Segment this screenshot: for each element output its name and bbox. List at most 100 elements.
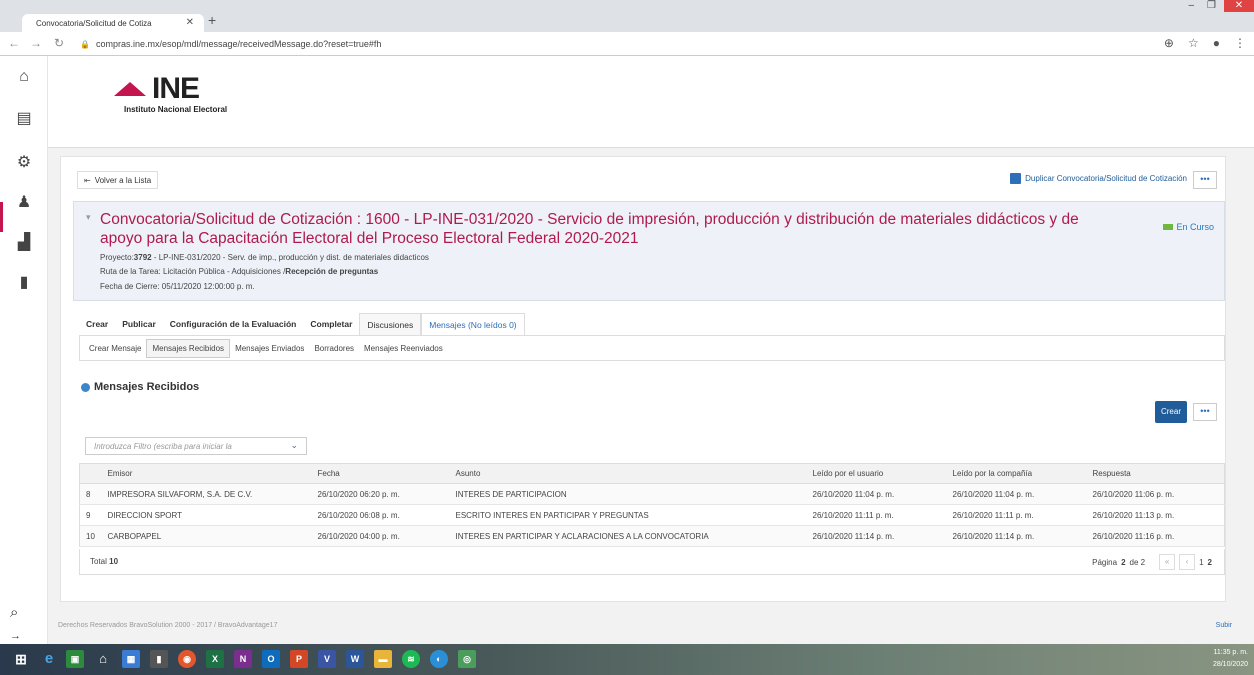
col-index: [79, 463, 102, 484]
subtab-mensajes-reenviados[interactable]: Mensajes Reenviados: [359, 340, 448, 357]
spotify-icon[interactable]: ≋: [402, 650, 420, 668]
dashboard-icon[interactable]: ▤: [12, 108, 36, 130]
section-title: Mensajes Recibidos: [81, 381, 199, 393]
window-close-icon[interactable]: ✕: [1224, 0, 1254, 12]
store-icon[interactable]: ▣: [66, 650, 84, 668]
col-leido-compania[interactable]: Leído por la compañía: [946, 463, 1087, 484]
project-line: Proyecto:3792 - LP-INE-031/2020 - Serv. …: [100, 253, 429, 262]
table-row[interactable]: 9 DIRECCION SPORT 26/10/2020 06:08 p. m.…: [79, 504, 1225, 526]
row-number: 9: [79, 504, 102, 526]
edge-legacy-icon[interactable]: e: [40, 650, 58, 668]
reload-icon[interactable]: ↻: [54, 36, 64, 50]
tab-discusiones[interactable]: Discusiones: [359, 313, 422, 335]
route-stage: Recepción de preguntas: [285, 267, 379, 276]
status-label: En Curso: [1176, 222, 1214, 232]
project-desc: - LP-INE-031/2020 - Serv. de imp., produ…: [153, 253, 429, 262]
row-emisor[interactable]: CARBOPAPEL: [101, 525, 312, 547]
outlook-icon[interactable]: O: [262, 650, 280, 668]
filter-input[interactable]: Introduzca Filtro (escriba para iniciar …: [85, 437, 307, 455]
home-taskbar-icon[interactable]: ⌂: [94, 650, 112, 668]
subtab-mensajes-enviados[interactable]: Mensajes Enviados: [230, 340, 309, 357]
row-asunto[interactable]: INTERES EN PARTICIPAR Y ACLARACIONES A L…: [449, 525, 807, 547]
table-row[interactable]: 8 IMPRESORA SILVAFORM, S.A. DE C.V. 26/1…: [79, 483, 1225, 505]
tab-mensajes[interactable]: Mensajes (No leídos 0): [421, 313, 525, 335]
chrome-icon[interactable]: ◉: [178, 650, 196, 668]
back-to-list-button[interactable]: ⇤ Volver a la Lista: [77, 171, 159, 189]
home-icon[interactable]: ⌂: [12, 68, 36, 90]
forward-arrow-icon[interactable]: →: [30, 36, 42, 50]
bookmark-star-icon[interactable]: ☆: [1188, 36, 1199, 50]
row-fecha: 26/10/2020 06:08 p. m.: [311, 504, 450, 526]
windows-start-icon[interactable]: ⊞: [12, 650, 30, 668]
ine-logo-mark-icon: [114, 82, 146, 96]
ine-logo[interactable]: INE Instituto Nacional Electoral: [114, 74, 227, 114]
app-icon[interactable]: ▮: [150, 650, 168, 668]
system-tray[interactable]: 11:35 p. m. 28/10/2020: [1213, 647, 1248, 671]
row-fecha: 26/10/2020 06:20 p. m.: [311, 483, 450, 505]
expand-arrow-icon[interactable]: →: [10, 630, 21, 642]
whatsapp-icon[interactable]: ◎: [458, 650, 476, 668]
page-link-1[interactable]: 1: [1199, 558, 1203, 567]
address-bar: ← → ↻ 🔒 compras.ine.mx/esop/mdl/message/…: [0, 32, 1254, 56]
status-icon: [1163, 224, 1174, 230]
col-fecha[interactable]: Fecha: [311, 463, 450, 484]
documents-icon[interactable]: ▮: [12, 272, 36, 294]
col-leido-usuario[interactable]: Leído por el usuario: [806, 463, 947, 484]
url-field[interactable]: 🔒 compras.ine.mx/esop/mdl/message/receiv…: [80, 35, 1230, 53]
row-leido-usuario: 26/10/2020 11:14 p. m.: [806, 525, 947, 547]
zoom-icon[interactable]: ⊕: [1164, 36, 1174, 50]
search-icon[interactable]: ⌕: [10, 604, 18, 621]
maximize-icon[interactable]: ❐: [1207, 0, 1216, 12]
row-respuesta: 26/10/2020 11:06 p. m.: [1086, 483, 1225, 505]
page-link-2[interactable]: 2: [1208, 558, 1212, 567]
row-emisor[interactable]: DIRECCION SPORT: [101, 504, 312, 526]
visio-icon[interactable]: V: [318, 650, 336, 668]
subtab-mensajes-recibidos[interactable]: Mensajes Recibidos: [146, 338, 231, 358]
col-respuesta[interactable]: Respuesta: [1086, 463, 1225, 484]
tab-publicar[interactable]: Publicar: [115, 313, 163, 335]
new-tab-icon[interactable]: +: [208, 12, 216, 28]
create-message-button[interactable]: Crear: [1155, 401, 1187, 423]
profile-icon[interactable]: ●: [1213, 36, 1220, 50]
analytics-icon[interactable]: ▟: [12, 232, 36, 254]
browser-tab-title: Convocatoria/Solicitud de Cotiza: [36, 18, 152, 28]
tab-crear[interactable]: Crear: [79, 313, 115, 335]
excel-icon[interactable]: X: [206, 650, 224, 668]
first-page-icon[interactable]: «: [1159, 554, 1176, 570]
word-icon[interactable]: W: [346, 650, 364, 668]
back-to-list-label: Volver a la Lista: [94, 175, 152, 185]
tab-configuracion[interactable]: Configuración de la Evaluación: [163, 313, 304, 335]
collapse-caret-icon[interactable]: ▾: [86, 212, 91, 223]
sourcing-icon[interactable]: ⚙: [12, 152, 36, 174]
list-more-button[interactable]: •••: [1193, 403, 1217, 421]
scroll-top-link[interactable]: Subir: [1216, 622, 1232, 629]
onenote-icon[interactable]: N: [234, 650, 252, 668]
powerpoint-icon[interactable]: P: [290, 650, 308, 668]
row-asunto[interactable]: INTERES DE PARTICIPACION: [449, 483, 807, 505]
chevron-down-icon[interactable]: ⌄: [290, 440, 298, 451]
close-icon[interactable]: ✕: [186, 17, 194, 28]
edge-icon[interactable]: ◐: [430, 650, 448, 668]
subtab-crear-mensaje[interactable]: Crear Mensaje: [84, 340, 146, 357]
tab-completar[interactable]: Completar: [303, 313, 359, 335]
back-arrow-icon[interactable]: ←: [8, 36, 20, 50]
row-number: 8: [79, 483, 102, 505]
browser-tab[interactable]: Convocatoria/Solicitud de Cotiza ✕: [22, 14, 204, 32]
minimize-icon[interactable]: –: [1188, 0, 1194, 12]
col-asunto[interactable]: Asunto: [449, 463, 807, 484]
summary-panel: ▾ Convocatoria/Solicitud de Cotización :…: [73, 201, 1225, 301]
prev-page-icon[interactable]: ‹: [1179, 554, 1196, 570]
taskbar: ⊞ e ▣ ⌂ ▦ ▮ ◉ X N O P V W ▬ ≋ ◐ ◎ 11:35 …: [0, 644, 1254, 675]
table-footer: Total 10 Página 2 de 2 « ‹ 1 2: [79, 549, 1225, 575]
row-asunto[interactable]: ESCRITO INTERES EN PARTICIPAR Y PREGUNTA…: [449, 504, 807, 526]
table-row[interactable]: 10 CARBOPAPEL 26/10/2020 04:00 p. m. INT…: [79, 525, 1225, 547]
browser-menu-icon[interactable]: ⋮: [1234, 36, 1246, 50]
duplicate-link[interactable]: Duplicar Convocatoria/Solicitud de Cotiz…: [1010, 173, 1187, 184]
file-explorer-icon[interactable]: ▬: [374, 650, 392, 668]
subtab-borradores[interactable]: Borradores: [309, 340, 359, 357]
row-emisor[interactable]: IMPRESORA SILVAFORM, S.A. DE C.V.: [101, 483, 312, 505]
header-more-button[interactable]: •••: [1193, 171, 1217, 189]
suppliers-icon[interactable]: ♟: [12, 192, 36, 214]
photos-icon[interactable]: ▦: [122, 650, 140, 668]
col-emisor[interactable]: Emisor: [101, 463, 312, 484]
